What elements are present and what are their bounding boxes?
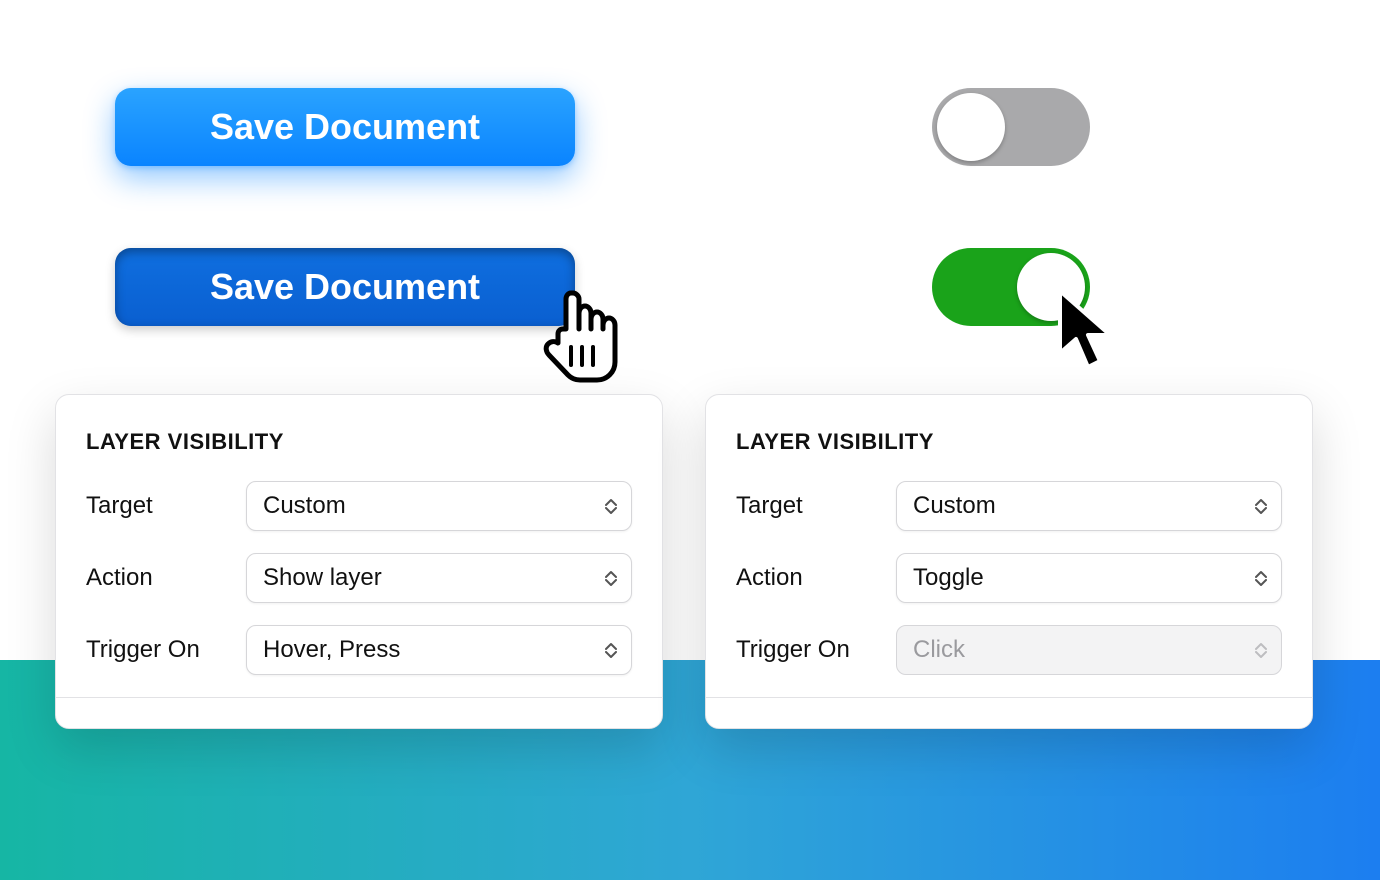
panel-divider [56, 697, 662, 698]
select-value: Toggle [913, 564, 984, 592]
trigger-on-select[interactable]: Hover, Press [246, 625, 632, 675]
layer-visibility-panel-left: LAYER VISIBILITY Target Custom Action Sh… [55, 394, 663, 729]
action-select[interactable]: Show layer [246, 553, 632, 603]
chevron-updown-icon [605, 498, 617, 515]
select-value: Show layer [263, 564, 382, 592]
row-action: Action Show layer [86, 553, 632, 603]
toggle-knob [1017, 253, 1085, 321]
button-label: Save Document [210, 266, 480, 308]
row-trigger-on: Trigger On Hover, Press [86, 625, 632, 675]
row-target: Target Custom [86, 481, 632, 531]
panel-divider [706, 697, 1312, 698]
label-target: Target [736, 492, 896, 520]
target-select[interactable]: Custom [246, 481, 632, 531]
toggle-switch-on[interactable] [932, 248, 1090, 326]
trigger-on-select-disabled: Click [896, 625, 1282, 675]
select-value: Custom [913, 492, 996, 520]
select-value: Custom [263, 492, 346, 520]
label-target: Target [86, 492, 246, 520]
row-action: Action Toggle [736, 553, 1282, 603]
chevron-updown-icon [605, 570, 617, 587]
label-trigger-on: Trigger On [736, 636, 896, 664]
save-document-button[interactable]: Save Document [115, 88, 575, 166]
save-document-button-pressed[interactable]: Save Document [115, 248, 575, 326]
select-value: Click [913, 636, 965, 664]
button-label: Save Document [210, 106, 480, 148]
row-trigger-on: Trigger On Click [736, 625, 1282, 675]
toggle-switch-off[interactable] [932, 88, 1090, 166]
toggle-knob [937, 93, 1005, 161]
chevron-updown-icon [1255, 570, 1267, 587]
label-action: Action [86, 564, 246, 592]
select-value: Hover, Press [263, 636, 400, 664]
chevron-updown-icon [605, 642, 617, 659]
action-select[interactable]: Toggle [896, 553, 1282, 603]
layer-visibility-panel-right: LAYER VISIBILITY Target Custom Action To… [705, 394, 1313, 729]
row-target: Target Custom [736, 481, 1282, 531]
target-select[interactable]: Custom [896, 481, 1282, 531]
chevron-updown-icon [1255, 498, 1267, 515]
panel-title: LAYER VISIBILITY [86, 429, 632, 455]
chevron-updown-icon [1255, 642, 1267, 659]
label-trigger-on: Trigger On [86, 636, 246, 664]
panel-title: LAYER VISIBILITY [736, 429, 1282, 455]
label-action: Action [736, 564, 896, 592]
